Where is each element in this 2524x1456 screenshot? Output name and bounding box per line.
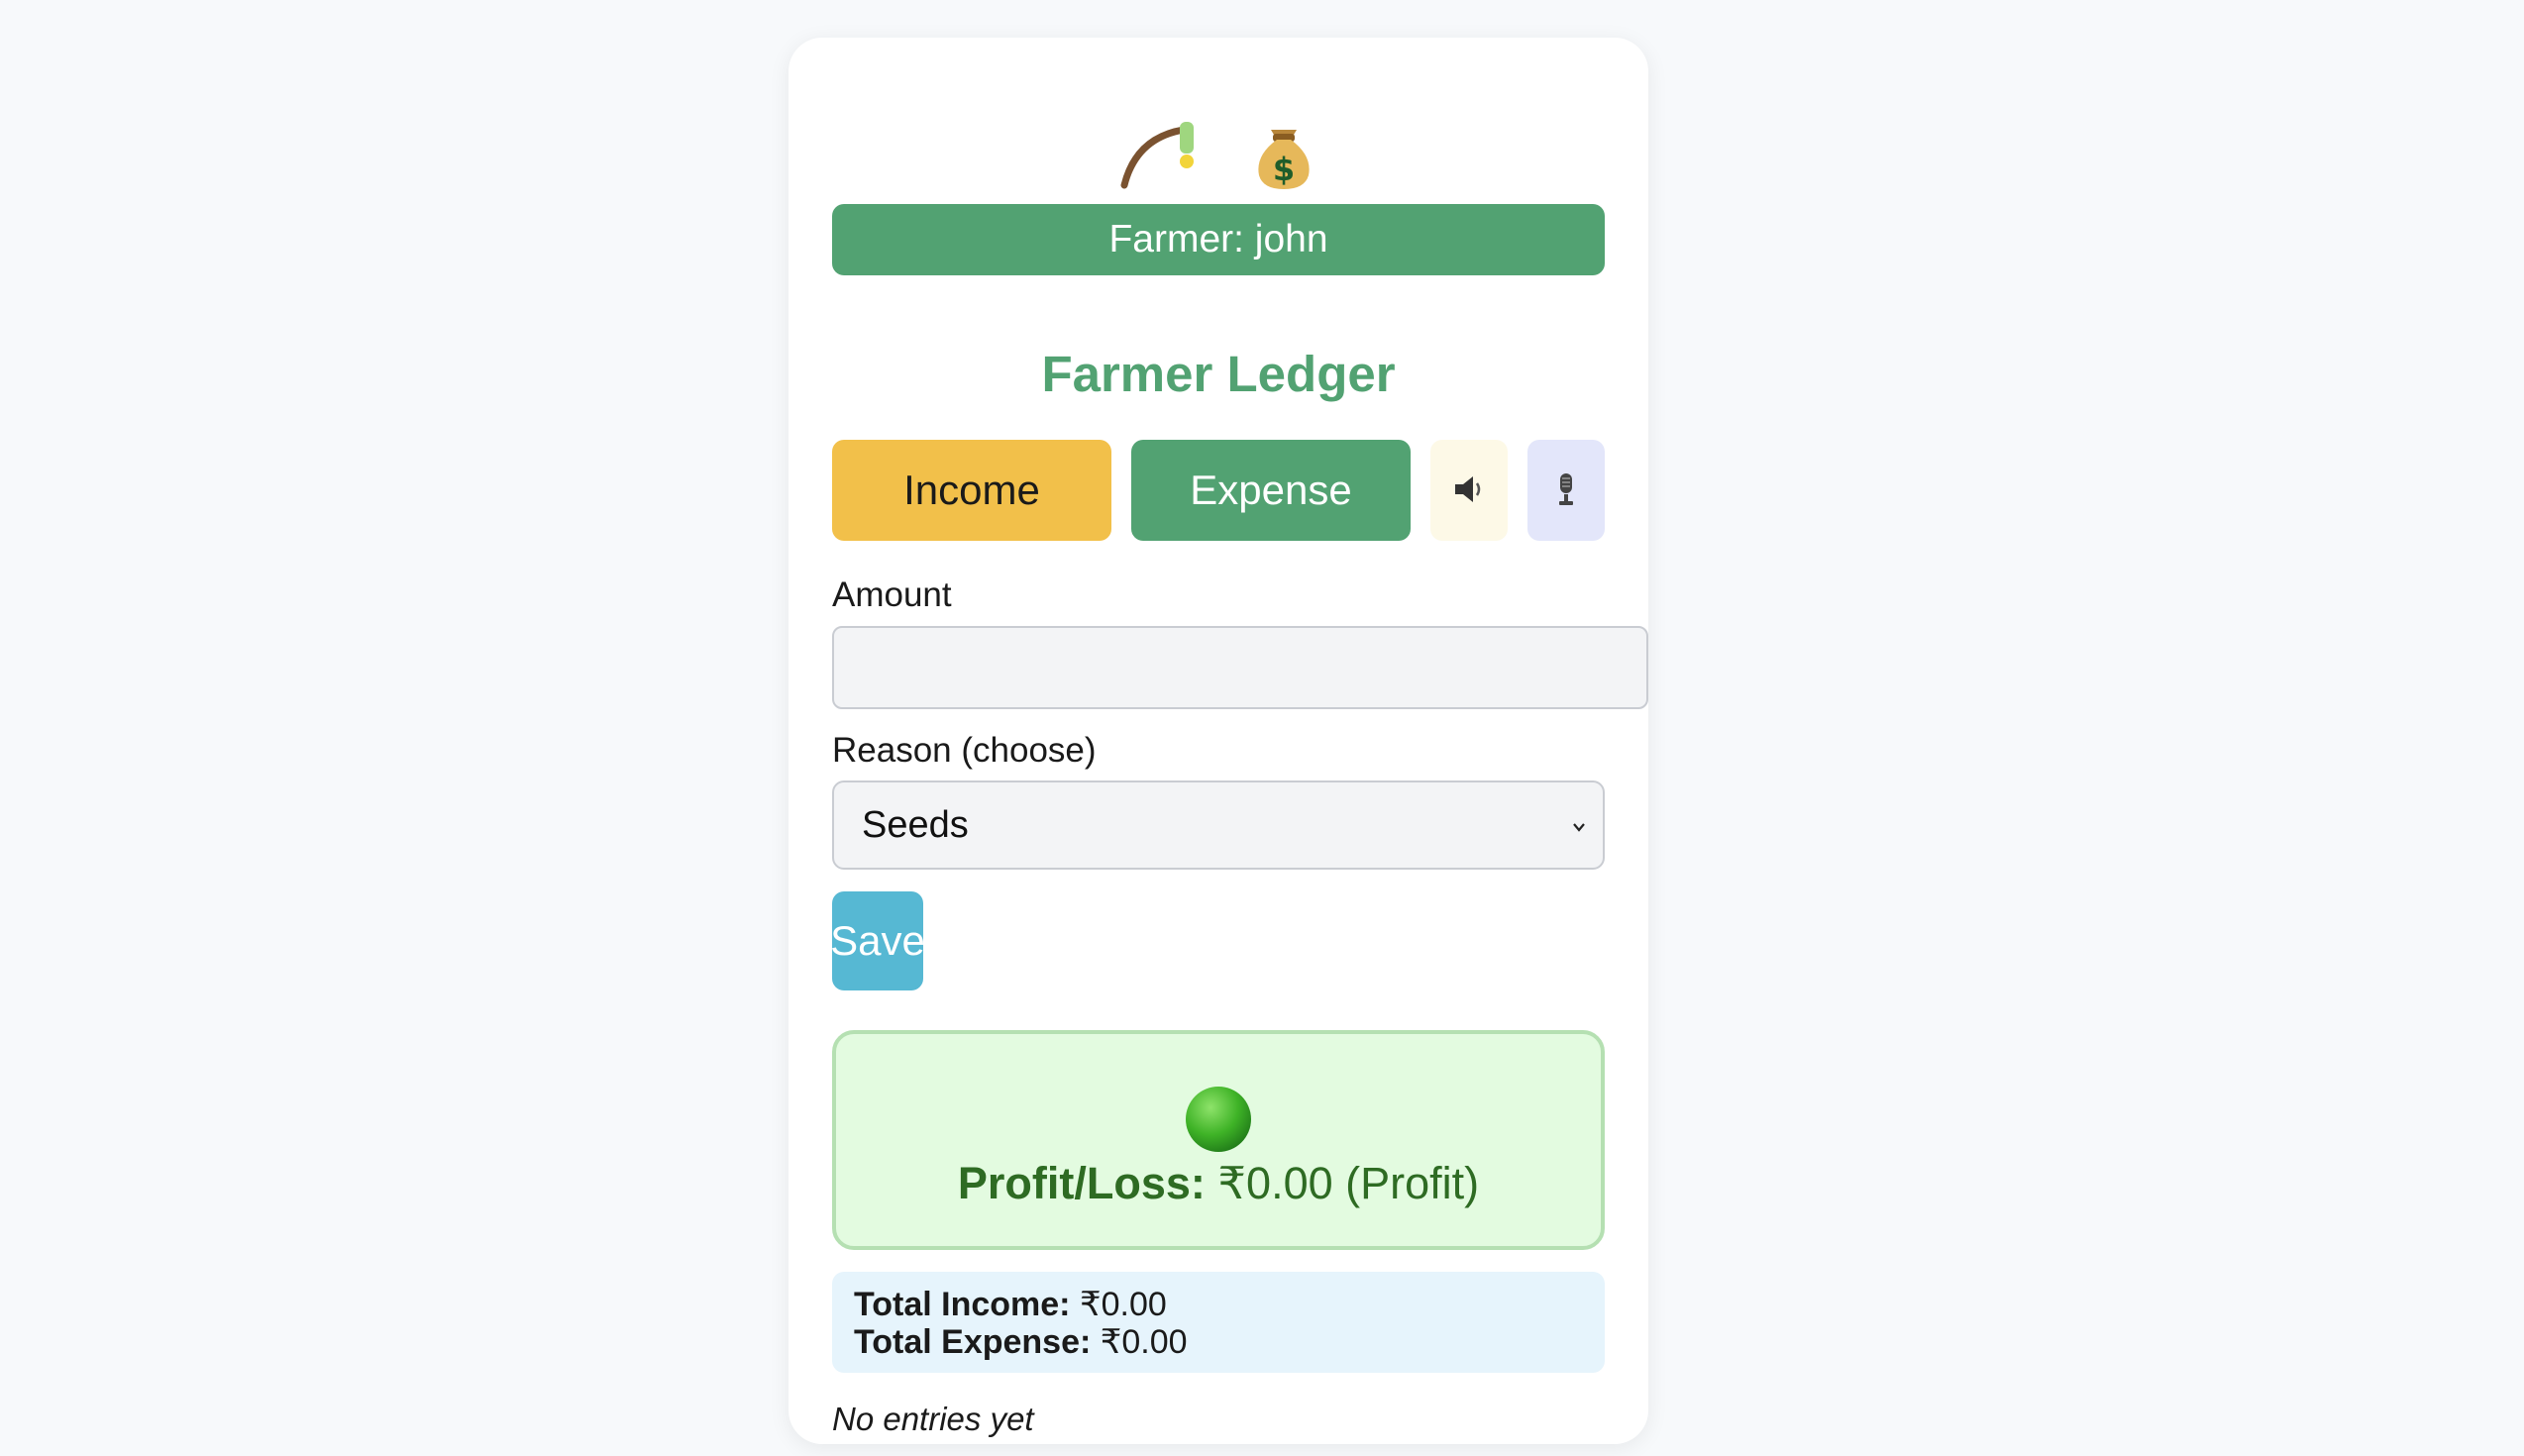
ledger-card: $ Farmer: john Farmer Ledger Income Expe… (789, 38, 1648, 1444)
profit-loss-box: Profit/Loss: ₹0.00 (Profit) (832, 1030, 1605, 1250)
page-title: Farmer Ledger (1041, 346, 1396, 402)
profit-loss-label: Profit/Loss: (957, 1158, 1206, 1208)
total-income-value: ₹0.00 (1079, 1286, 1167, 1323)
save-button[interactable]: Save (830, 891, 925, 990)
income-button[interactable]: Income (832, 440, 1111, 541)
microphone-icon (1553, 472, 1579, 509)
plant-sprout-icon (1118, 112, 1217, 191)
amount-label: Amount (832, 575, 952, 614)
app-logo: $ (789, 87, 1648, 216)
expense-button[interactable]: Expense (1131, 440, 1411, 541)
microphone-button[interactable] (1527, 440, 1605, 541)
profit-loss-line: Profit/Loss: ₹0.00 (Profit) (836, 1157, 1601, 1209)
totals-box: Total Income: ₹0.00 Total Expense: ₹0.00 (832, 1272, 1605, 1373)
empty-entries-text: No entries yet (832, 1401, 1034, 1437)
total-expense-label: Total Expense: (854, 1323, 1092, 1361)
total-income-label: Total Income: (854, 1286, 1071, 1323)
farmer-name-bar: Farmer: john (832, 204, 1605, 275)
reason-label: Reason (choose) (832, 731, 1097, 770)
profit-loss-value: ₹0.00 (Profit) (1217, 1158, 1480, 1208)
speaker-button[interactable] (1430, 440, 1508, 541)
reason-select[interactable]: Seeds (832, 780, 1605, 870)
chevron-down-icon (1569, 804, 1589, 847)
amount-input[interactable] (832, 626, 1648, 709)
money-bag-icon: $ (1249, 112, 1318, 191)
total-income-row: Total Income: ₹0.00 (854, 1286, 1583, 1323)
total-expense-row: Total Expense: ₹0.00 (854, 1323, 1583, 1361)
svg-text:$: $ (1273, 151, 1295, 188)
green-circle-icon (1183, 1084, 1254, 1160)
reason-selected-value: Seeds (862, 803, 969, 846)
speaker-icon (1451, 474, 1487, 507)
total-expense-value: ₹0.00 (1100, 1323, 1188, 1361)
